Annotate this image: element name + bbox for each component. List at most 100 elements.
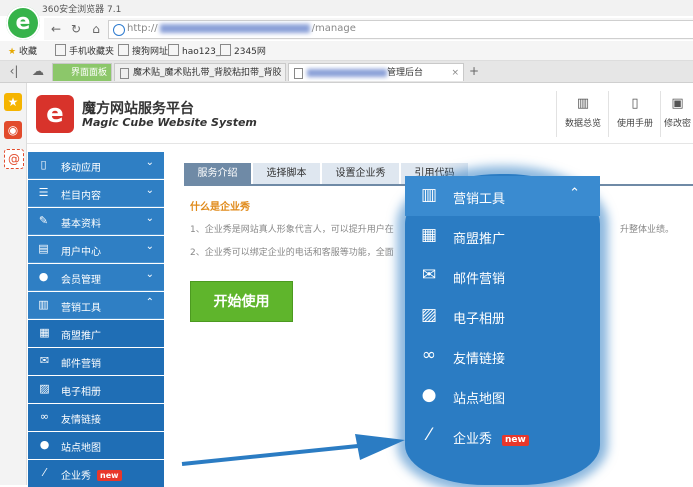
manual-button[interactable]: ▯ 使用手册 [608,91,661,137]
chevron-up-icon: ⌃ [569,186,580,201]
browser-tab[interactable]: 界面面板 [52,63,112,81]
brand-name-cn: 魔方网站服务平台 [82,101,194,117]
zoom-item-marketing[interactable]: ▥ 营销工具 ⌃ [405,176,600,216]
chart-icon: ▥ [38,298,49,311]
weibo-icon[interactable]: ◉ [4,121,22,139]
page-icon [294,68,303,79]
start-button[interactable]: 开始使用 [190,281,293,322]
submenu-item-album[interactable]: ▨ 电子相册 [28,376,164,403]
chevron-down-icon: ⌄ [145,241,154,252]
magic-wand-icon: ⁄ [43,466,46,479]
mobile-icon: ▯ [40,158,47,171]
sidebar-item-columns[interactable]: ☰ 栏目内容 ⌄ [28,180,164,207]
submenu-item-email[interactable]: ✉ 邮件营销 [28,348,164,375]
bookmark-favorites[interactable]: ★ 收藏 [8,44,37,57]
map-marker-icon: ● [39,438,50,451]
zoom-item-links[interactable]: ∞ 友情链接 [405,336,600,376]
link-icon: ∞ [421,345,437,365]
bookmarks-bar: ★ 收藏 手机收藏夹 搜狗网址 hao123_ 2345网 [0,41,693,61]
sidebar-item-marketing[interactable]: ▥ 营销工具 ⌃ [28,292,164,319]
change-password-button[interactable]: ▣ 修改密 [660,91,693,137]
page-icon [120,68,129,79]
new-tab-icon[interactable]: + [466,63,482,79]
document-icon: ▯ [631,96,639,111]
user-card-icon: ▤ [38,242,49,255]
zoom-item-email[interactable]: ✉ 邮件营销 [405,256,600,296]
browser-side-strip: ★ ◉ @ [0,83,27,485]
bookmark-item[interactable]: 手机收藏夹 [55,44,114,57]
browser-title-bar: 360安全浏览器 7.1 [0,0,693,16]
sidebar-menu: ▯ 移动应用 ⌄ ☰ 栏目内容 ⌄ ✎ 基本资料 ⌄ ▤ 用户中心 ⌄ ● 会员管理 ⌄ … [28,152,164,487]
zoom-item-alliance[interactable]: ▦ 商盟推广 [405,216,600,256]
sidebar-item-members[interactable]: ● 会员管理 ⌄ [28,264,164,291]
chevron-down-icon: ⌄ [145,269,154,280]
refresh-icon[interactable]: ↻ [68,21,84,37]
zoom-item-album[interactable]: ▨ 电子相册 [405,296,600,336]
chevron-up-icon: ⌃ [145,297,154,308]
envelope-icon: ✉ [39,354,50,367]
section-heading: 什么是企业秀 [190,202,250,213]
address-bar[interactable]: http:///manage [108,20,693,39]
page-icon [118,44,129,56]
page-icon [168,44,179,56]
paragraph-2: 2、企业秀可以绑定企业的电话和客服等功能，全面 [190,248,394,258]
sidebar-item-user-center[interactable]: ▤ 用户中心 ⌄ [28,236,164,263]
new-badge: new [97,470,122,481]
map-marker-icon: ● [421,385,437,405]
tab-choose-script[interactable]: 选择脚本 [253,163,320,184]
sidebar-item-mobile[interactable]: ▯ 移动应用 ⌄ [28,152,164,179]
data-overview-button[interactable]: ▥ 数据总览 [556,91,609,137]
chevron-down-icon: ⌄ [145,185,154,196]
home-icon[interactable]: ⌂ [88,21,104,37]
cloud-icon[interactable]: ☁ [30,63,46,79]
chart-icon: ▥ [576,96,590,111]
lock-icon: ▣ [671,96,684,111]
zoom-item-sitemap[interactable]: ● 站点地图 [405,376,600,416]
bookmark-item[interactable]: 搜狗网址 [118,44,168,57]
globe-icon [113,24,125,36]
close-tab-icon[interactable]: × [451,64,459,81]
star-icon[interactable]: ★ [4,93,22,111]
sidebar-item-basic-info[interactable]: ✎ 基本资料 ⌄ [28,208,164,235]
picture-icon: ▨ [39,382,50,395]
new-badge: new [502,435,529,446]
browser-logo-icon[interactable]: e [6,6,40,40]
brand-name-en: Magic Cube Website System [82,116,257,129]
submenu-item-alliance[interactable]: ▦ 商盟推广 [28,320,164,347]
chevron-down-icon: ⌄ [145,157,154,168]
grid-icon: ▦ [39,326,50,339]
annotation-arrow [181,434,405,466]
paragraph-1: 1、企业秀是网站真人形象代言人，可以提升用户在 [190,225,394,235]
submenu-item-enterprise-show[interactable]: ⁄ 企业秀 new [28,460,164,487]
back-icon[interactable]: ← [48,21,64,37]
email-icon[interactable]: @ [4,149,24,169]
zoom-item-enterprise-show[interactable]: ⁄ 企业秀 new [405,416,600,456]
address-row: ← ↻ ⌂ http:///manage [44,18,693,40]
bookmark-item[interactable]: 2345网 [220,44,266,57]
user-icon: ● [38,270,49,283]
chevron-down-icon: ⌄ [145,213,154,224]
submenu-item-links[interactable]: ∞ 友情链接 [28,404,164,431]
site-header: e 魔方网站服务平台 Magic Cube Website System ▥ 数… [27,83,693,144]
list-icon: ☰ [38,186,49,199]
picture-icon: ▨ [420,305,438,325]
paragraph-1-end: 升整体业绩。 [620,225,675,235]
tab-bar: ‹| ☁ 界面面板 魔术贴_魔术贴扎带_背胶粘扣带_背胶 管理后台 × + [0,61,693,83]
bookmark-item[interactable]: hao123_ [168,44,220,57]
submenu-item-sitemap[interactable]: ● 站点地图 [28,432,164,459]
page-icon [220,44,231,56]
grid-icon: ▦ [420,225,438,245]
tab-set-enterprise-show[interactable]: 设置企业秀 [322,163,399,184]
zoomed-menu-callout: ▥ 营销工具 ⌃ ▦ 商盟推广 ✉ 邮件营销 ▨ 电子相册 ∞ 友情链接 ● 站点地图 ⁄ 企… [405,174,600,485]
folder-icon [55,44,66,56]
tab-service-intro[interactable]: 服务介绍 [184,163,251,184]
browser-tab[interactable]: 魔术贴_魔术贴扎带_背胶粘扣带_背胶 [114,63,286,81]
brand-logo-icon: e [36,95,74,133]
url-text: http:///manage [127,23,356,34]
envelope-icon: ✉ [421,265,437,285]
browser-tab-active[interactable]: 管理后台 × [288,63,464,81]
chart-icon: ▥ [420,185,438,205]
link-icon: ∞ [39,410,50,423]
tab-list-icon[interactable]: ‹| [6,63,22,79]
browser-title: 360安全浏览器 7.1 [42,5,122,15]
